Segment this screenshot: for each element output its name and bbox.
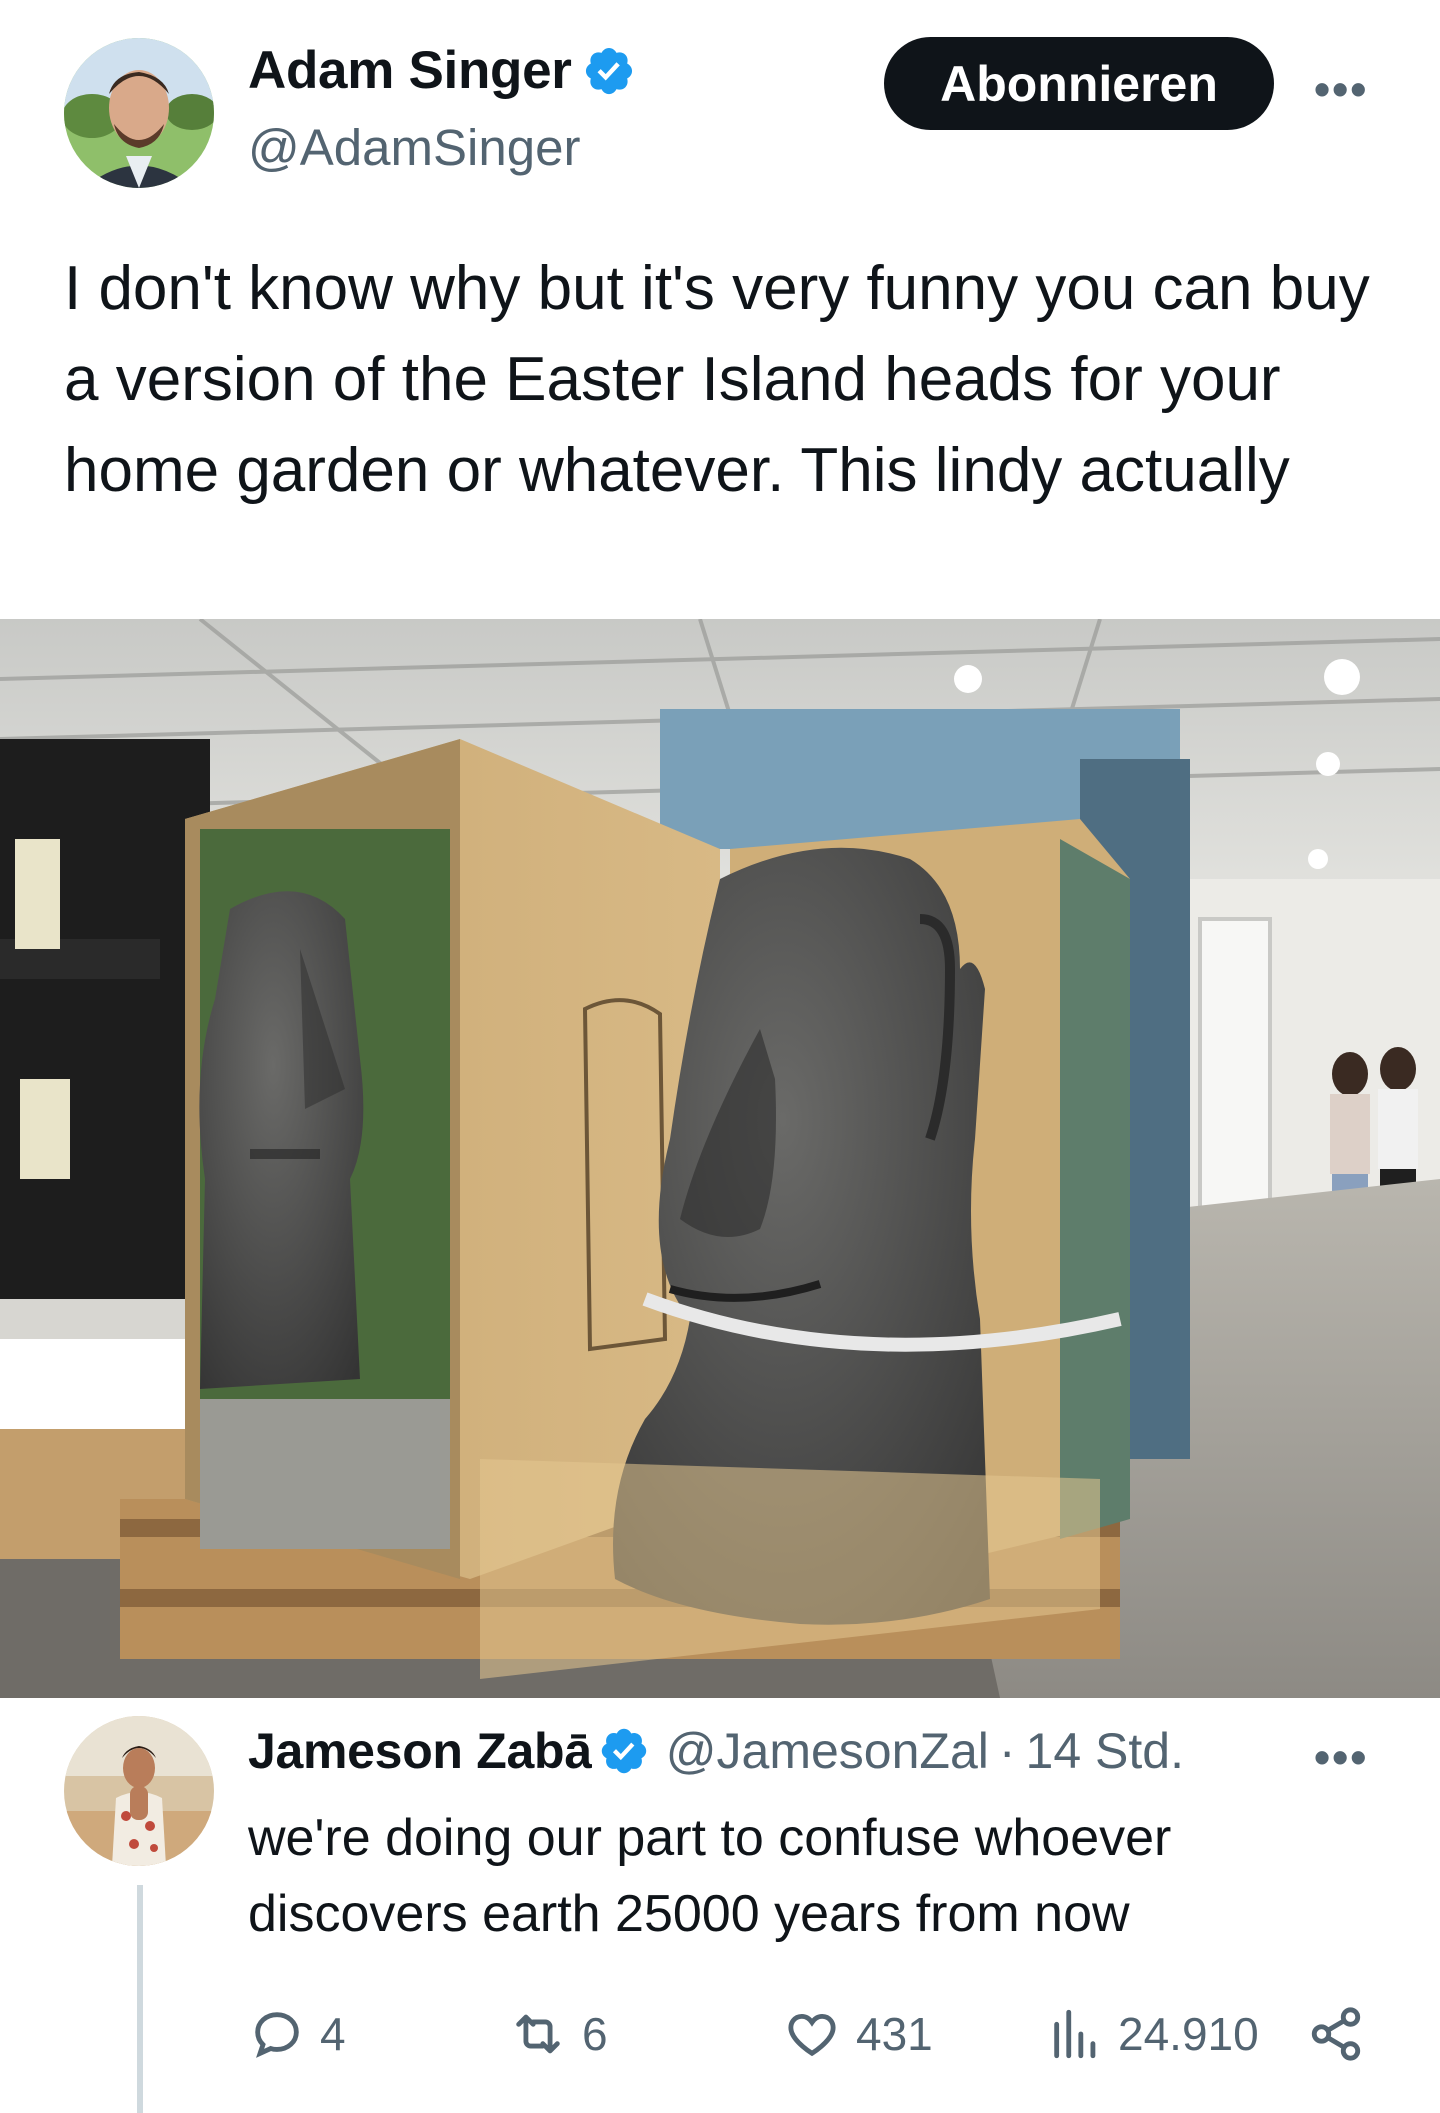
like-count: 431 bbox=[856, 2008, 933, 2060]
reply-header: Jameson Zabā @JamesonZal · 14 Std. bbox=[248, 1722, 1184, 1780]
reply-action-button[interactable]: 4 bbox=[248, 2005, 346, 2063]
author-name-text: Adam Singer bbox=[248, 41, 572, 100]
repost-icon bbox=[516, 2014, 560, 2054]
author-avatar[interactable] bbox=[64, 38, 214, 188]
post-text: I don't know why but it's very funny you… bbox=[64, 254, 1370, 505]
verified-badge-icon bbox=[598, 1725, 650, 1777]
author-name[interactable]: Adam Singer bbox=[248, 40, 636, 101]
moai-photo-icon bbox=[0, 619, 1440, 1698]
reply-icon bbox=[255, 2012, 299, 2058]
reply-author-name[interactable]: Jameson Zabā bbox=[248, 1722, 592, 1780]
post-image[interactable] bbox=[0, 619, 1440, 1698]
views-action-button[interactable]: 24.910 bbox=[1046, 2005, 1259, 2063]
reply-count: 4 bbox=[320, 2008, 346, 2060]
heart-icon bbox=[788, 2013, 836, 2057]
views-count: 24.910 bbox=[1118, 2008, 1259, 2060]
reply-text: we're doing our part to confuse whoever … bbox=[248, 1809, 1172, 1943]
reply-more-options-icon[interactable]: ••• bbox=[1314, 1734, 1368, 1780]
repost-action-button[interactable]: 6 bbox=[508, 2005, 608, 2063]
repost-count: 6 bbox=[582, 2008, 608, 2060]
share-icon bbox=[1311, 2007, 1361, 2061]
thread-line bbox=[137, 1885, 143, 2113]
share-action-button[interactable] bbox=[1306, 2005, 1366, 2063]
verified-badge-icon bbox=[582, 44, 636, 98]
reply-avatar[interactable] bbox=[64, 1716, 214, 1866]
author-avatar-image bbox=[64, 38, 214, 188]
author-handle[interactable]: @AdamSinger bbox=[248, 118, 580, 177]
reply-author-handle[interactable]: @JamesonZal bbox=[666, 1722, 989, 1780]
more-options-icon[interactable]: ••• bbox=[1314, 66, 1368, 112]
like-action-button[interactable]: 431 bbox=[782, 2005, 933, 2063]
meta-separator: · bbox=[998, 1723, 1016, 1779]
reply-avatar-image bbox=[64, 1716, 214, 1866]
reply-timestamp[interactable]: 14 Std. bbox=[1026, 1722, 1184, 1780]
views-chart-icon bbox=[1054, 2009, 1096, 2059]
follow-button[interactable]: Abonnieren bbox=[884, 37, 1274, 130]
